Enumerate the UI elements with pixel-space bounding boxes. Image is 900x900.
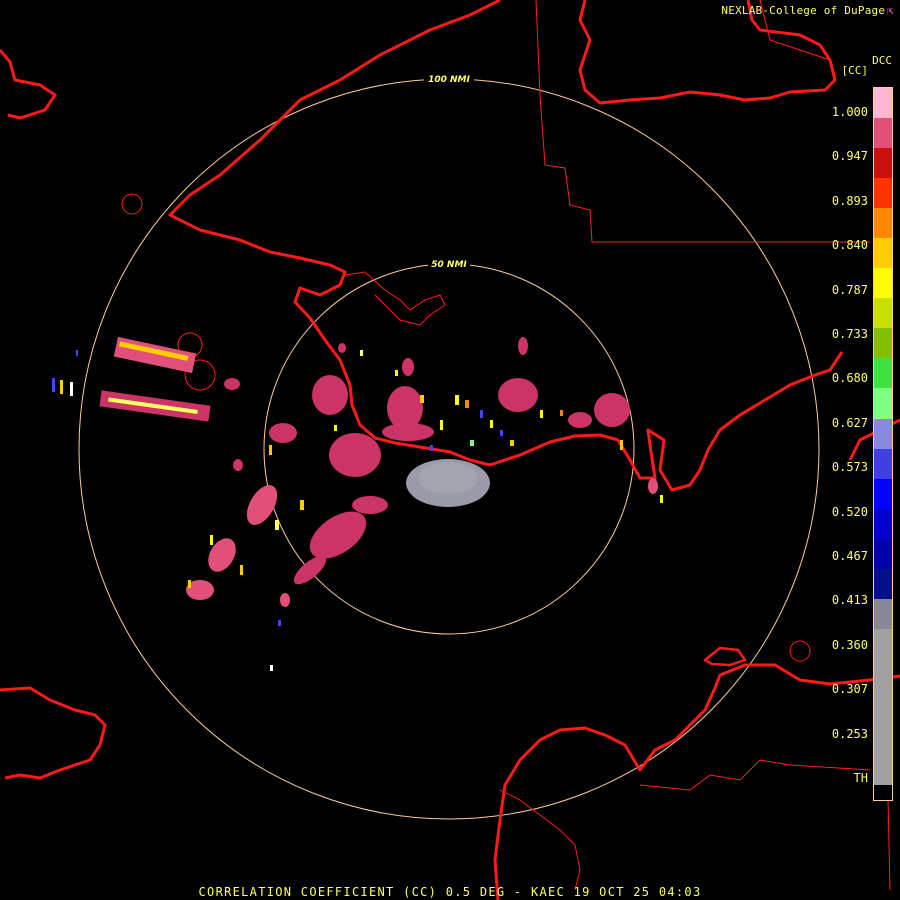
credit-text: NEXLAB-College of DuPage (721, 4, 886, 17)
color-scale-swatch (874, 148, 892, 179)
radar-echoes (52, 336, 663, 671)
color-scale-swatch (874, 358, 892, 389)
color-scale-tick-label: 0.520 (831, 504, 868, 519)
color-scale-tick-label: 0.840 (831, 238, 868, 253)
credit-label: NEXLAB-College of DuPage ⇱ (721, 4, 894, 17)
legend-unit: [CC] (841, 64, 869, 77)
color-scale-swatch (874, 268, 892, 299)
color-scale-tick-label: 0.360 (831, 637, 868, 652)
color-scale-swatch (874, 478, 892, 509)
color-scale-tick-label: 0.893 (831, 193, 868, 208)
range-ring-50nmi (263, 263, 635, 635)
color-scale-tick-label: 0.680 (831, 371, 868, 386)
color-scale-swatch (874, 418, 892, 449)
color-scale-swatch (874, 328, 892, 359)
coastlines (0, 0, 900, 900)
color-scale-swatch (874, 568, 892, 599)
color-scale-tick-label: 0.627 (831, 415, 868, 430)
color-scale-swatch (874, 508, 892, 539)
color-scale-swatch (874, 178, 892, 209)
arrow-icon[interactable]: ⇱ (887, 4, 894, 17)
color-scale-tick-label: 0.787 (831, 282, 868, 297)
color-scale-tick-label: 0.253 (831, 726, 868, 741)
color-scale-tick-label: 1.000 (831, 105, 868, 119)
product-caption: CORRELATION COEFFICIENT (CC) 0.5 DEG - K… (198, 885, 702, 899)
color-scale-tick-label: 0.733 (831, 327, 868, 341)
legend-title: DCC (872, 54, 892, 67)
color-scale-swatch (874, 628, 892, 786)
color-scale-swatch (874, 118, 892, 149)
color-scale-tick-label: 0.307 (831, 682, 868, 697)
ring-label-100: 100 NMI (428, 75, 470, 85)
color-scale-swatch (874, 208, 892, 239)
color-scale-tick-label: 0.573 (831, 460, 868, 475)
color-scale-tick-label: 0.947 (831, 149, 868, 164)
color-scale-swatch (874, 598, 892, 629)
color-scale-bar (873, 87, 893, 801)
state-boundaries (535, 0, 891, 891)
color-scale-tick-label: 0.413 (831, 593, 868, 608)
color-scale-tick-label: 0.467 (831, 549, 868, 563)
color-scale-swatch (874, 538, 892, 569)
radar-map: 100 NMI 50 NMI (0, 0, 900, 900)
color-scale-swatch (874, 238, 892, 269)
color-scale-tick-label: TH (853, 771, 868, 785)
color-scale-swatch (874, 298, 892, 329)
color-scale-swatch (874, 785, 892, 800)
color-scale-swatch (874, 448, 892, 479)
color-scale-swatch (874, 88, 892, 119)
ring-label-50: 50 NMI (431, 260, 467, 270)
color-scale-swatch (874, 388, 892, 419)
